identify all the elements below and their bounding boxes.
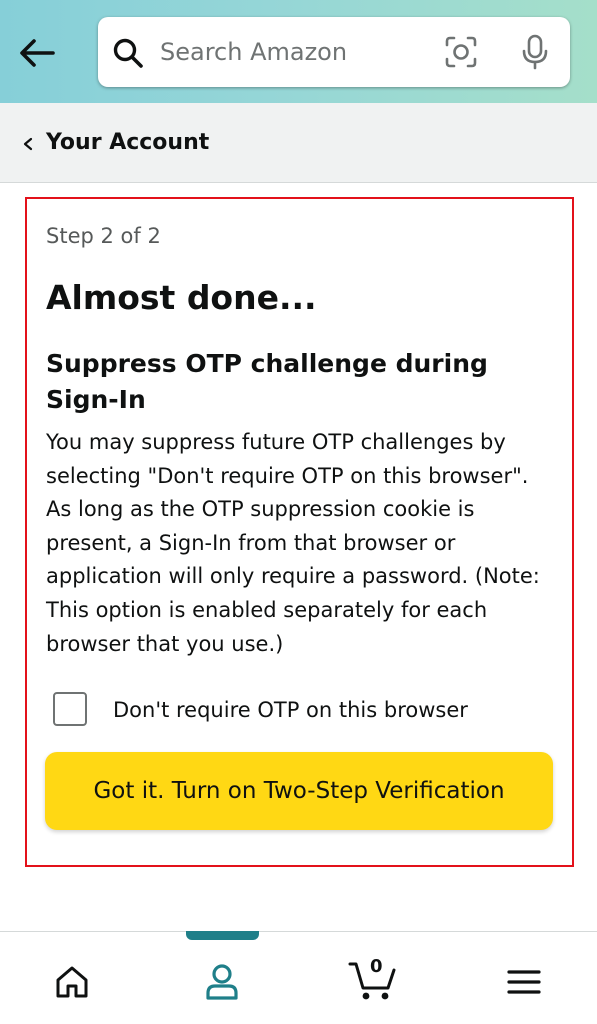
back-arrow-icon[interactable] [15, 28, 59, 78]
breadcrumb-label[interactable]: Your Account [46, 128, 209, 158]
otp-checkbox-row[interactable]: Don't require OTP on this browser [53, 692, 533, 730]
microphone-icon[interactable] [518, 34, 552, 70]
otp-suppression-checkbox[interactable] [53, 692, 87, 726]
turn-on-two-step-verification-button[interactable]: Got it. Turn on Two-Step Verification [45, 752, 553, 830]
search-input[interactable] [160, 30, 430, 74]
cart-icon[interactable]: 0 [344, 954, 408, 1006]
top-bar [0, 0, 597, 103]
checkbox-label[interactable]: Don't require OTP on this browser [113, 696, 468, 724]
otp-suppression-card: Step 2 of 2 Almost done... Suppress OTP … [25, 197, 574, 867]
cart-count-badge: 0 [370, 956, 383, 977]
section-heading: Suppress OTP challenge during Sign-In [46, 349, 488, 414]
page-title: Almost done... [46, 278, 317, 317]
search-icon [113, 38, 143, 68]
account-icon[interactable] [192, 958, 252, 1006]
camera-lens-icon[interactable] [444, 35, 478, 69]
chevron-left-icon [23, 137, 33, 151]
home-icon[interactable] [42, 958, 102, 1006]
breadcrumb[interactable]: Your Account [0, 103, 597, 183]
description-text: You may suppress future OTP challenges b… [46, 430, 540, 656]
search-bar[interactable] [98, 17, 570, 87]
active-tab-indicator [186, 931, 259, 940]
menu-icon[interactable] [494, 958, 554, 1006]
bottom-navigation: 0 [0, 931, 597, 1024]
step-indicator: Step 2 of 2 [46, 224, 161, 248]
